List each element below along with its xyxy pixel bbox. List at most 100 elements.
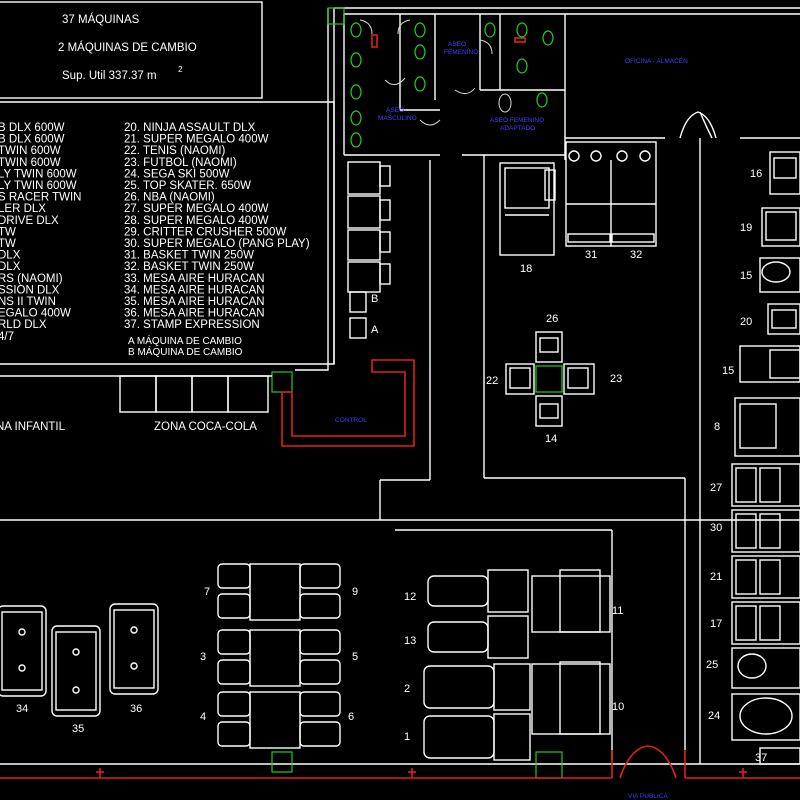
legend-left-item-16: EGALO 400W (0, 308, 71, 320)
machine-num-5: 5 (352, 651, 358, 663)
machine-num-21: 21 (710, 571, 722, 583)
legend-right-item-14: 34. MESA AIRE HURACAN (124, 284, 265, 296)
legend-left-item-10: TW (0, 238, 16, 250)
machine-num-6: 6 (348, 711, 354, 723)
count-total: 37 MÁQUINAS (62, 13, 140, 26)
legend-left-item-11: DLX (0, 250, 21, 262)
machine-num-26: 26 (546, 313, 558, 325)
count-change: 2 MÁQUINAS DE CAMBIO (58, 41, 197, 54)
legend-right-item-11: 31. BASKET TWIN 250W (124, 250, 254, 262)
machine-num-15b: 15 (722, 365, 734, 377)
machine-num-13: 13 (404, 635, 416, 647)
machine-18 (499, 162, 556, 256)
machine-num-22: 22 (486, 375, 498, 387)
label-aseo-masc-2: MASCULINO (378, 115, 417, 122)
legend-right-item-16: 36. MESA AIRE HURACAN (124, 308, 265, 320)
legend-right-item-9: 29. CRITTER CRUSHER 500W (124, 226, 286, 238)
wc-door-mark-2 (514, 37, 526, 43)
legend-right-item-13: 33. MESA AIRE HURACAN (124, 273, 265, 285)
change-machines-column (347, 161, 391, 339)
center-cluster (505, 331, 595, 427)
simulators-right (423, 569, 611, 761)
machine-num-8: 8 (714, 421, 720, 433)
surface-text: Sup. Util 337.37 m (62, 70, 157, 82)
machine-num-2: 2 (404, 683, 410, 695)
legend-change-a: A MÁQUINA DE CAMBIO (128, 334, 242, 347)
legend-right-item-3: 23. FUTBOL (NAOMI) (124, 157, 237, 169)
legend-right-item-7: 27. SUPER MEGALO 400W (124, 203, 269, 215)
machine-num-24: 24 (708, 710, 720, 722)
label-via-publica: VIA PUBLICA (628, 793, 668, 800)
wc-door-mark-1 (371, 34, 378, 48)
legend-right-item-6: 26. NBA (NAOMI) (124, 192, 215, 204)
air-hockey-tables (0, 603, 159, 717)
machine-num-19: 19 (740, 222, 752, 234)
accessible-toilet (498, 93, 512, 113)
label-aseo-fem-2: FEMENINO (444, 49, 478, 56)
label-aseo-masc-1: ASEO (386, 107, 404, 114)
legend-left-item-3: TWIN 600W (0, 157, 61, 169)
machine-num-25: 25 (706, 659, 718, 671)
plan-canvas: 37 MÁQUINAS 2 MÁQUINAS DE CAMBIO Sup. Ut… (0, 1, 800, 800)
machine-num-27: 27 (710, 482, 722, 494)
legend-left-list: B DLX 600WB DLX 600WTWIN 600WTWIN 600WLY… (0, 122, 82, 343)
legend-left-item-12: DLX (0, 261, 21, 273)
office-doors (679, 111, 717, 139)
legend-right-item-2: 22. TENIS (NAOMI) (124, 145, 226, 157)
legend-left-item-13: RS (NAOMI) (0, 273, 63, 285)
machine-num-35: 35 (72, 723, 84, 735)
label-oficina: OFICINA - ALMACÉN (625, 56, 688, 65)
legend-left-item-14: SSION DLX (0, 284, 60, 296)
legend-left-item-7: LER DLX (0, 203, 46, 215)
machine-num-31: 31 (585, 249, 597, 261)
label-aseo-adapt-1: ASEO FEMENINO (490, 117, 544, 124)
machine-num-37: 37 (755, 752, 767, 764)
legend-change-b: B MÁQUINA DE CAMBIO (128, 345, 243, 358)
cad-floor-plan: 37 MÁQUINAS 2 MÁQUINAS DE CAMBIO Sup. Ut… (0, 0, 800, 800)
machine-num-12: 12 (404, 591, 416, 603)
legend-right-item-4: 24. SEGA SKI 500W (124, 168, 230, 180)
right-column-machines (731, 151, 800, 765)
legend-left-item-6: S RACER TWIN (0, 192, 82, 204)
machine-num-11: 11 (612, 605, 623, 617)
legend-left-item-2: TWIN 600W (0, 145, 61, 157)
legend-left-item-0: B DLX 600W (0, 122, 65, 134)
control-counter (281, 359, 415, 447)
coca-zone-fridges (119, 375, 269, 413)
entrance-doors (611, 745, 686, 779)
machine-num-4: 4 (200, 711, 206, 723)
wc-doors (359, 19, 493, 126)
label-aseo-fem-1: ASEO (448, 41, 466, 48)
legend-right-item-10: 30. SUPER MEGALO (PANG PLAY) (124, 238, 310, 250)
facade-posts (96, 768, 747, 778)
machine-num-1: 1 (404, 731, 410, 743)
surface-exponent: 2 (178, 65, 183, 74)
legend-left-item-8: DRIVE DLX (0, 215, 59, 227)
legend-right-item-15: 35. MESA AIRE HURACAN (124, 296, 265, 308)
legend-right-item-5: 25. TOP SKATER. 650W (124, 180, 251, 192)
legend-right-item-0: 20. NINJA ASSAULT DLX (124, 122, 256, 134)
legend-right-item-1: 21. SUPER MEGALO 400W (124, 134, 269, 146)
legend-left-item-5: LY TWIN 600W (0, 180, 77, 192)
machine-num-3: 3 (200, 651, 206, 663)
change-b-label: B (371, 293, 378, 305)
label-aseo-adapt-2: ADAPTADO (500, 125, 535, 132)
machine-num-14: 14 (545, 433, 557, 445)
legend-right-item-17: 37. STAMP EXPRESSION (124, 319, 260, 331)
label-coca-cola: ZONA COCA-COLA (154, 421, 257, 433)
legend-left-item-17: RLD DLX (0, 319, 47, 331)
legend-left-item-15: NS II TWIN (0, 296, 56, 308)
machine-num-9: 9 (352, 586, 358, 598)
legend-left-item-4: LY TWIN 600W (0, 168, 77, 180)
legend-right-item-12: 32. BASKET TWIN 250W (124, 261, 254, 273)
legend-left-item-1: B DLX 600W (0, 134, 65, 146)
label-control: CONTROL (335, 417, 367, 424)
driving-machines-left (217, 563, 341, 749)
machine-num-10: 10 (612, 701, 624, 713)
legend-right-list: 20. NINJA ASSAULT DLX21. SUPER MEGALO 40… (124, 122, 310, 331)
machine-num-15a: 15 (740, 270, 752, 282)
machine-num-36: 36 (130, 703, 142, 715)
legend-right-item-8: 28. SUPER MEGALO 400W (124, 215, 269, 227)
wall-inner-left (295, 8, 329, 371)
machine-num-30: 30 (710, 522, 722, 534)
